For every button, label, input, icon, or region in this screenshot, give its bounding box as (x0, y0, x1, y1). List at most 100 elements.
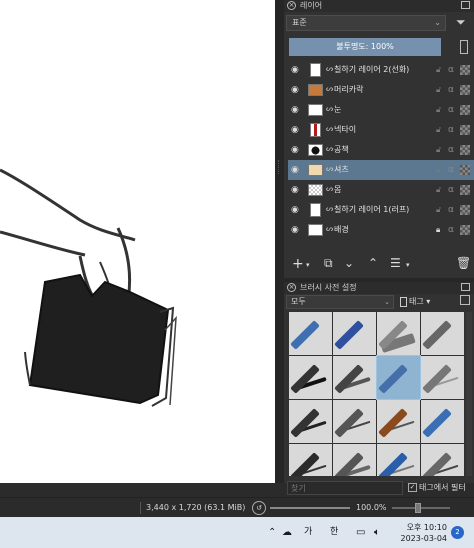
alpha-lock-icon[interactable]: α (448, 160, 454, 180)
brush-preset-blue-pencil[interactable] (333, 312, 376, 355)
lock-icon[interactable]: 🔓︎ (436, 160, 441, 180)
alpha-lock-icon[interactable]: α (448, 120, 454, 140)
visibility-eye-icon[interactable]: ◉ (291, 140, 301, 160)
brush-preset-dry-pen[interactable] (333, 400, 376, 443)
lock-icon[interactable]: 🔓︎ (436, 120, 441, 140)
visibility-eye-icon[interactable]: ◉ (291, 100, 301, 120)
rotation-slider[interactable] (270, 507, 350, 509)
layer-properties-icon[interactable]: ☰ (390, 256, 401, 270)
alpha-lock-icon[interactable]: α (448, 220, 454, 240)
lock-icon[interactable]: 🔓︎ (436, 140, 441, 160)
visibility-eye-icon[interactable]: ◉ (291, 120, 301, 140)
pin-icon[interactable] (460, 40, 468, 54)
brush-preset-brown-pen[interactable] (377, 400, 420, 443)
tag-button[interactable]: 태그 ▾ (400, 295, 442, 309)
rotation-reset-icon[interactable]: ↺ (252, 501, 266, 515)
duplicate-layer-icon[interactable]: ⧉ (324, 256, 333, 271)
brush-preset-selected[interactable] (376, 355, 421, 400)
brush-search-input[interactable] (287, 481, 403, 495)
zoom-slider[interactable] (392, 507, 450, 509)
brush-preset-ink-pen[interactable] (289, 356, 332, 399)
lock-icon[interactable]: 🔓︎ (436, 200, 441, 220)
brush-preset-fountain-pen[interactable] (289, 400, 332, 443)
inherit-alpha-icon[interactable] (460, 125, 470, 135)
visibility-eye-icon[interactable]: ◉ (291, 60, 301, 80)
brush-preset-blue-marker[interactable] (421, 400, 464, 443)
inherit-alpha-icon[interactable] (460, 145, 470, 155)
visibility-eye-icon[interactable]: ◉ (291, 200, 301, 220)
docker-close-icon[interactable]: × (287, 1, 296, 10)
lock-icon[interactable]: 🔓︎ (436, 80, 441, 100)
filter-icon[interactable]: ⏷ (456, 15, 466, 30)
tag-filter-checkbox[interactable]: ✓ 태그에서 필터 (408, 481, 474, 495)
locked-icon[interactable]: 🔒︎ (436, 220, 440, 240)
brush-preset-blender[interactable] (377, 312, 420, 355)
canvas[interactable] (0, 0, 275, 483)
alpha-lock-icon[interactable]: α (448, 140, 454, 160)
vertical-splitter[interactable] (275, 0, 284, 483)
brush-preset-airbrush[interactable] (421, 312, 464, 355)
alpha-lock-icon[interactable]: α (448, 80, 454, 100)
properties-menu-chevron-icon[interactable]: ▾ (406, 261, 410, 269)
zoom-level[interactable]: 100.0% (356, 498, 387, 518)
add-layer-icon[interactable]: + (292, 256, 304, 272)
alpha-lock-icon[interactable]: α (448, 60, 454, 80)
layer-row[interactable]: ◉ ᔕ 칠하기 레이어 1(러프) 🔓︎ α (288, 200, 474, 220)
layer-row[interactable]: ◉ ᔕ 몸 🔓︎ α (288, 180, 474, 200)
alpha-lock-icon[interactable]: α (448, 100, 454, 120)
delete-layer-icon[interactable]: 🗑︎ (456, 256, 471, 270)
alpha-lock-icon[interactable]: α (448, 200, 454, 220)
language-indicator[interactable]: 한 (330, 517, 338, 548)
brush-preset-color-pencil[interactable] (377, 444, 420, 476)
layer-row[interactable]: ◉ ᔕ 머리카락 🔓︎ α (288, 80, 474, 100)
layer-row[interactable]: ◉ ᔕ 칠하기 레이어 2(선화) 🔓︎ α (288, 60, 474, 80)
layer-row[interactable]: ◉ ᔕ 눈 🔓︎ α (288, 100, 474, 120)
brush-preset-texture-pencil[interactable] (333, 444, 376, 476)
brush-preset-soft-pen[interactable] (333, 356, 376, 399)
brush-preset-graphite[interactable] (421, 444, 464, 476)
alpha-lock-icon[interactable]: α (448, 180, 454, 200)
move-layer-down-icon[interactable]: ⌄ (344, 256, 354, 270)
inherit-alpha-icon[interactable] (460, 185, 470, 195)
chevron-up-icon[interactable]: ⌃ (268, 517, 276, 548)
tag-button-label: 태그 (409, 297, 424, 306)
visibility-eye-icon[interactable]: ◉ (291, 80, 301, 100)
brush-preset-fineliner[interactable] (421, 356, 464, 399)
brush-preset-pencil-dark[interactable] (289, 444, 332, 476)
layer-row-selected[interactable]: ◉ ᔕ 셔츠 🔓︎ α (288, 160, 474, 180)
ime-mode[interactable]: 가 (304, 517, 312, 548)
lock-icon[interactable]: 🔓︎ (436, 60, 441, 80)
opacity-slider[interactable]: 불투명도: 100% (289, 38, 441, 56)
inherit-alpha-icon[interactable] (460, 105, 470, 115)
layer-row[interactable]: ◉ ᔕ 배경 🔒︎ α (288, 220, 474, 240)
zoom-slider-handle[interactable] (415, 503, 421, 513)
visibility-eye-icon[interactable]: ◉ (291, 160, 301, 180)
add-layer-menu-chevron-icon[interactable]: ▾ (306, 261, 310, 269)
network-icon[interactable]: ▭ (356, 517, 365, 548)
paint-layer-icon: ᔕ (326, 184, 334, 193)
inherit-alpha-icon[interactable] (460, 165, 470, 175)
brush-grid-scrollbar[interactable] (466, 312, 472, 476)
layer-row[interactable]: ◉ ᔕ 넥타이 🔓︎ α (288, 120, 474, 140)
brush-preset-eraser[interactable] (289, 312, 332, 355)
cloud-icon[interactable]: ☁ (282, 517, 292, 548)
inherit-alpha-icon[interactable] (460, 225, 470, 235)
visibility-eye-icon[interactable]: ◉ (291, 220, 301, 240)
inherit-alpha-icon[interactable] (460, 85, 470, 95)
volume-icon[interactable]: 🔈︎ (374, 517, 380, 548)
blend-mode-select[interactable]: 표준 ⌄ (286, 15, 446, 31)
lock-icon[interactable]: 🔓︎ (436, 180, 441, 200)
taskbar-clock[interactable]: 오후 10:10 2023-03-04 (397, 522, 448, 544)
docker-close-icon[interactable]: × (287, 283, 296, 292)
docker-float-icon[interactable] (461, 1, 470, 9)
inherit-alpha-icon[interactable] (460, 205, 470, 215)
inherit-alpha-icon[interactable] (460, 65, 470, 75)
layer-row[interactable]: ◉ ᔕ 공책 🔓︎ α (288, 140, 474, 160)
visibility-eye-icon[interactable]: ◉ (291, 180, 301, 200)
lock-icon[interactable]: 🔓︎ (436, 100, 441, 120)
move-layer-up-icon[interactable]: ⌃ (368, 256, 378, 270)
view-mode-icon[interactable] (460, 295, 470, 305)
docker-float-icon[interactable] (461, 283, 470, 291)
tag-select[interactable]: 모두 ⌄ (286, 295, 394, 309)
notification-badge[interactable]: 2 (451, 526, 464, 539)
